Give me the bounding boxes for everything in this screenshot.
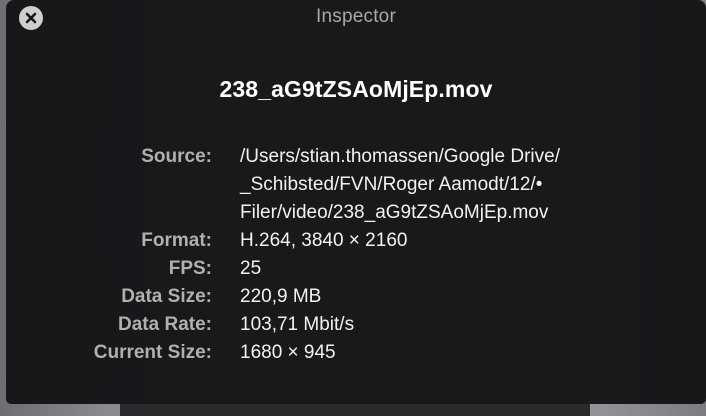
data-size-value: 220,9 MB <box>240 286 322 307</box>
info-row-fps: FPS: 25 <box>6 255 706 283</box>
source-value-line: _Schibsted/FVN/Roger Aamodt/12/• <box>240 174 543 195</box>
data-size-label: Data Size: <box>121 286 212 307</box>
info-row-source: Source: /Users/stian.thomassen/Google Dr… <box>6 143 706 227</box>
source-label: Source: <box>141 146 212 167</box>
info-row-format: Format: H.264, 3840 × 2160 <box>6 227 706 255</box>
source-value-line: /Users/stian.thomassen/Google Drive/ <box>240 146 560 167</box>
window-title: Inspector <box>316 6 396 27</box>
source-value-line: Filer/video/238_aG9tZSAoMjEp.mov <box>240 202 549 223</box>
data-rate-value: 103,71 Mbit/s <box>240 314 355 335</box>
fps-value: 25 <box>240 258 262 279</box>
file-name-heading: 238_aG9tZSAoMjEp.mov <box>219 76 493 102</box>
info-row-data-rate: Data Rate: 103,71 Mbit/s <box>6 311 706 339</box>
inspector-panel: Inspector 238_aG9tZSAoMjEp.mov Source: /… <box>6 0 706 404</box>
format-value: H.264, 3840 × 2160 <box>240 230 408 251</box>
format-label: Format: <box>141 230 212 251</box>
current-size-value: 1680 × 945 <box>240 342 336 363</box>
underlying-window-edge <box>120 404 590 416</box>
info-row-data-size: Data Size: 220,9 MB <box>6 283 706 311</box>
info-row-current-size: Current Size: 1680 × 945 <box>6 339 706 367</box>
title-bar[interactable]: Inspector <box>6 0 706 38</box>
source-value: /Users/stian.thomassen/Google Drive/ _Sc… <box>240 143 560 227</box>
fps-label: FPS: <box>168 258 212 279</box>
current-size-label: Current Size: <box>93 342 212 363</box>
data-rate-label: Data Rate: <box>118 314 212 335</box>
